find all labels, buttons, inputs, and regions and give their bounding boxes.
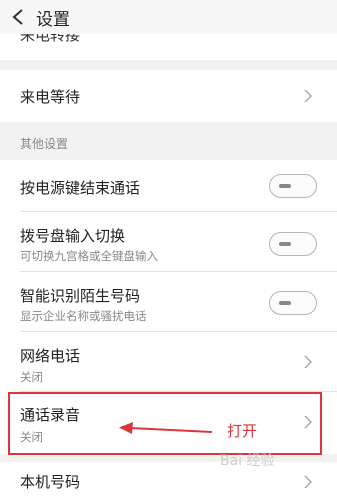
power-end-call-label: 按电源键结束通话 bbox=[20, 179, 141, 197]
call-waiting-label: 来电等待 bbox=[20, 88, 81, 106]
chevron-right-icon bbox=[303, 355, 313, 369]
toggle-knob bbox=[279, 300, 291, 305]
baidu-jingyan-watermark: Bai 经验 bbox=[220, 453, 275, 469]
network-call-label: 网络电话 bbox=[20, 347, 81, 365]
back-button[interactable] bbox=[4, 0, 32, 34]
annotation-highlight-box bbox=[8, 392, 322, 455]
dialpad-switch-description: 可切换九宫格或全键盘输入 bbox=[20, 249, 158, 263]
power-end-call-toggle[interactable] bbox=[269, 174, 317, 198]
list-item-smart-identify[interactable]: 智能识别陌生号码 显示企业名称或骚扰电话 bbox=[0, 272, 337, 332]
back-arrow-icon bbox=[12, 9, 23, 25]
list-item-power-end-call[interactable]: 按电源键结束通话 bbox=[0, 160, 337, 212]
list-item-dialpad-switch[interactable]: 拨号盘输入切换 可切换九宫格或全键盘输入 bbox=[0, 212, 337, 272]
my-number-label: 本机号码 bbox=[20, 473, 81, 491]
section-header-other-settings: 其他设置 bbox=[20, 137, 69, 151]
list-item-my-number[interactable]: 本机号码 bbox=[0, 462, 337, 500]
page-title: 设置 bbox=[36, 9, 70, 30]
toggle-knob bbox=[279, 183, 291, 188]
toggle-knob bbox=[279, 241, 291, 246]
list-item-call-waiting[interactable]: 来电等待 bbox=[0, 70, 337, 122]
chevron-right-icon bbox=[303, 89, 313, 103]
top-bar: 设置 bbox=[0, 0, 337, 34]
smart-identify-label: 智能识别陌生号码 bbox=[20, 287, 141, 305]
annotation-label: 打开 bbox=[227, 422, 258, 440]
call-forwarding-label: 来电转接 bbox=[20, 34, 81, 44]
smart-identify-description: 显示企业名称或骚扰电话 bbox=[20, 309, 147, 323]
smart-identify-toggle[interactable] bbox=[269, 291, 317, 315]
network-call-status: 关闭 bbox=[20, 370, 43, 384]
dialpad-switch-toggle[interactable] bbox=[269, 232, 317, 256]
chevron-right-icon bbox=[303, 475, 313, 489]
dialpad-switch-label: 拨号盘输入切换 bbox=[20, 227, 126, 245]
list-item-network-call[interactable]: 网络电话 关闭 bbox=[0, 332, 337, 392]
list-item-call-forwarding[interactable]: 来电转接 bbox=[0, 34, 337, 60]
